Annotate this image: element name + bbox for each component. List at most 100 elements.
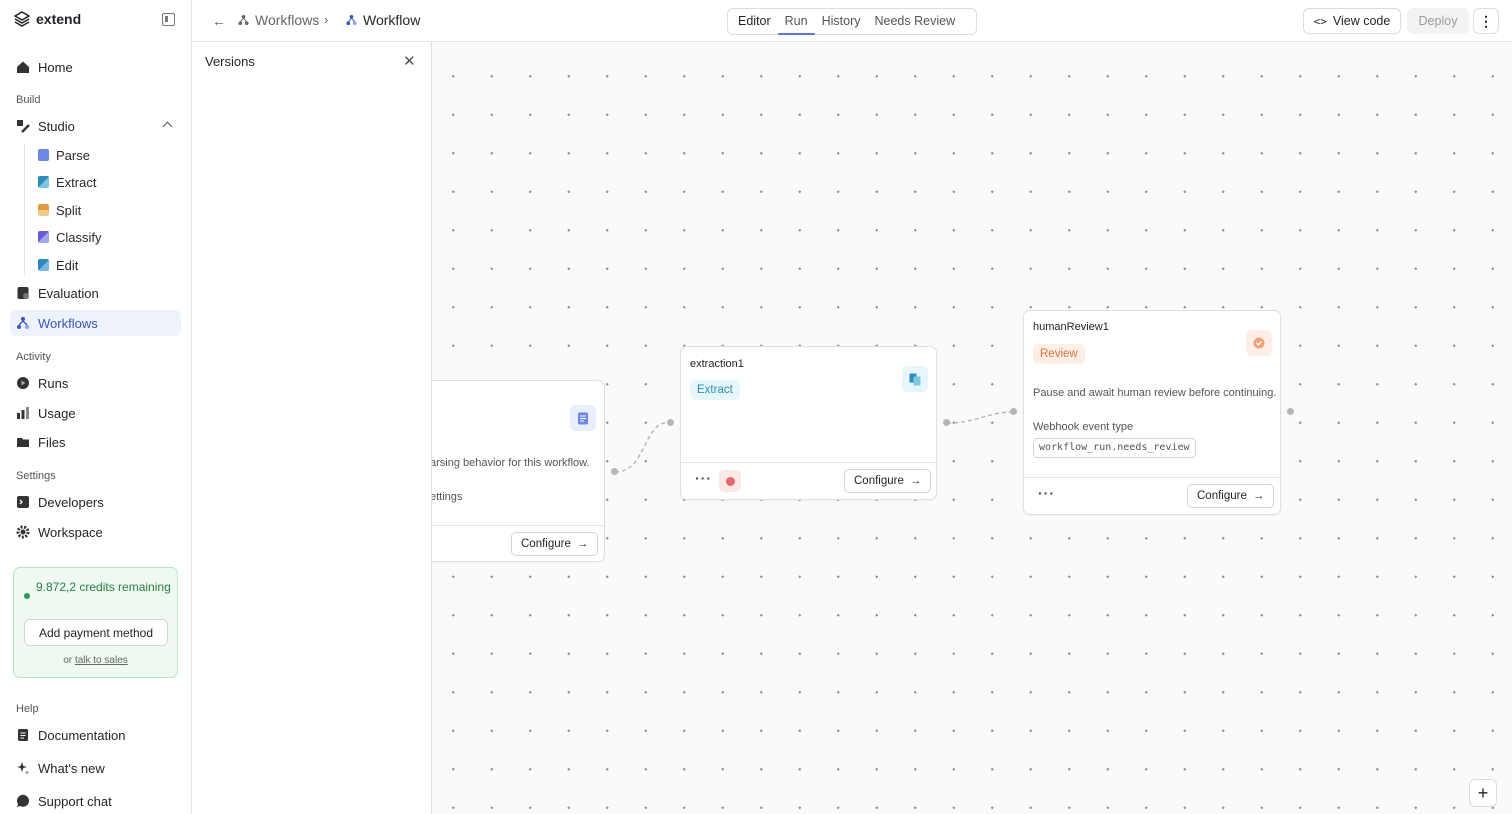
workflows-icon [238,14,249,26]
documentation-icon [18,729,28,741]
sidebar-item-label: Extract [56,174,97,190]
sidebar-item-label: Documentation [38,727,126,743]
view-code-button[interactable]: <> View code [1303,8,1401,34]
sidebar-item-label: Files [38,434,66,450]
tab-needs-review[interactable]: Needs Review [868,9,963,34]
sparkle-icon [17,762,30,775]
sidebar-item-label: Usage [38,405,76,421]
more-vertical-icon[interactable]: ⋮ [1473,8,1499,34]
code-icon: <> [1313,14,1327,28]
chevron-right-icon: › [324,12,329,27]
output-port[interactable] [1287,408,1294,415]
parse-icon [38,149,49,161]
collapse-sidebar-icon[interactable] [162,13,175,26]
edit-icon [38,259,49,271]
files-icon [17,438,29,447]
sidebar-item-label: What's new [38,760,105,776]
sidebar-item-runs[interactable]: Runs [10,370,181,396]
more-horizontal-icon[interactable]: ··· [695,470,712,486]
sidebar-item-workflows[interactable]: Workflows [10,310,181,336]
sidebar-item-whats-new[interactable]: What's new [10,755,181,781]
zoom-in-button[interactable]: + [1469,779,1497,807]
tab-editor[interactable]: Editor [731,9,778,34]
view-code-label: View code [1332,14,1391,28]
sidebar-item-label: Home [38,59,73,75]
sidebar-item-developers[interactable]: Developers [10,489,181,515]
workflow-node-parse[interactable]: arsing behavior for this workflow. ettin… [432,380,605,562]
output-port[interactable] [611,468,618,475]
runs-icon [17,377,29,389]
sidebar-item-support-chat[interactable]: Support chat [10,788,181,814]
versions-title: Versions [205,54,255,69]
section-label-settings: Settings [16,470,56,482]
output-port[interactable] [943,419,950,426]
credits-status-dot [24,593,30,599]
sidebar-item-evaluation[interactable]: Evaluation [10,280,181,306]
sidebar-item-label: Studio [38,118,75,134]
breadcrumb-workflows[interactable]: Workflows [238,12,319,28]
sidebar-item-workspace[interactable]: Workspace [10,519,181,545]
workflow-node-human-review[interactable]: humanReview1 Review Pause and await huma… [1023,310,1281,515]
sidebar-item-files[interactable]: Files [10,429,181,455]
deploy-button[interactable]: Deploy [1407,8,1469,34]
arrow-right-icon: → [1252,490,1265,502]
studio-icon [17,120,30,133]
back-arrow-icon[interactable]: ← [212,13,226,29]
warning-icon[interactable] [719,470,741,492]
node-name: humanReview1 [1033,321,1109,333]
arrow-right-icon: → [909,475,922,487]
sidebar-item-label: Parse [56,147,90,163]
sidebar-item-label: Evaluation [38,285,99,301]
sidebar-item-extract[interactable]: Extract [38,171,96,193]
versions-panel: Versions ✕ [192,42,432,814]
webhook-event-label: Webhook event type [1033,421,1134,433]
more-horizontal-icon[interactable]: ··· [1038,485,1055,501]
sidebar-item-home[interactable]: Home [10,54,181,80]
brand[interactable]: extend [14,11,81,27]
tab-run[interactable]: Run [777,9,815,35]
add-payment-method-button[interactable]: Add payment method [24,619,168,646]
sidebar-item-label: Runs [38,375,69,391]
node-description: Pause and await human review before cont… [1033,387,1277,399]
talk-to-sales-link[interactable]: talk to sales [75,655,128,666]
sidebar-item-usage[interactable]: Usage [10,400,181,426]
section-label-build: Build [16,94,41,106]
sidebar-item-parse[interactable]: Parse [38,144,90,166]
sidebar-item-classify[interactable]: Classify [38,226,102,248]
breadcrumb-workflow[interactable]: Workflow [346,12,420,28]
node-footer: ··· Configure → [681,462,936,499]
workflows-icon [17,317,29,329]
breadcrumb-label: Workflow [363,12,421,28]
split-icon [38,204,49,216]
configure-button[interactable]: Configure → [511,532,599,556]
configure-label: Configure [521,538,571,550]
node-type-badge: Extract [690,380,740,400]
sidebar-item-documentation[interactable]: Documentation [10,722,181,748]
sidebar-item-label: Developers [38,494,104,510]
input-port[interactable] [1010,408,1017,415]
classify-icon [38,231,49,243]
sidebar-item-label: Classify [56,229,102,245]
sidebar-item-edit[interactable]: Edit [38,254,78,276]
workflow-node-extraction[interactable]: extraction1 Extract ··· Configure → [680,346,937,500]
evaluation-icon [17,287,29,299]
input-port[interactable] [667,419,674,426]
sidebar-item-label: Split [56,202,82,218]
sidebar-item-studio[interactable]: Studio [10,113,181,139]
credits-card: 9.872,2 credits remaining Add payment me… [13,567,178,678]
talk-to-sales-line: or talk to sales [14,655,177,666]
sidebar-item-split[interactable]: Split [38,199,81,221]
node-type-badge: Review [1033,344,1085,364]
workflow-canvas[interactable]: arsing behavior for this workflow. ettin… [432,42,1512,814]
or-label: or [63,655,73,666]
close-icon[interactable]: ✕ [403,52,416,70]
tab-history[interactable]: History [815,9,868,34]
configure-button[interactable]: Configure → [1187,484,1275,508]
node-description: arsing behavior for this workflow. [432,457,590,469]
usage-icon [17,407,29,419]
configure-button[interactable]: Configure → [844,469,932,493]
node-settings-link[interactable]: ettings [432,491,462,503]
review-node-icon [1246,330,1272,356]
credits-remaining: 9.872,2 credits remaining [36,580,171,594]
workflows-icon [346,14,357,26]
